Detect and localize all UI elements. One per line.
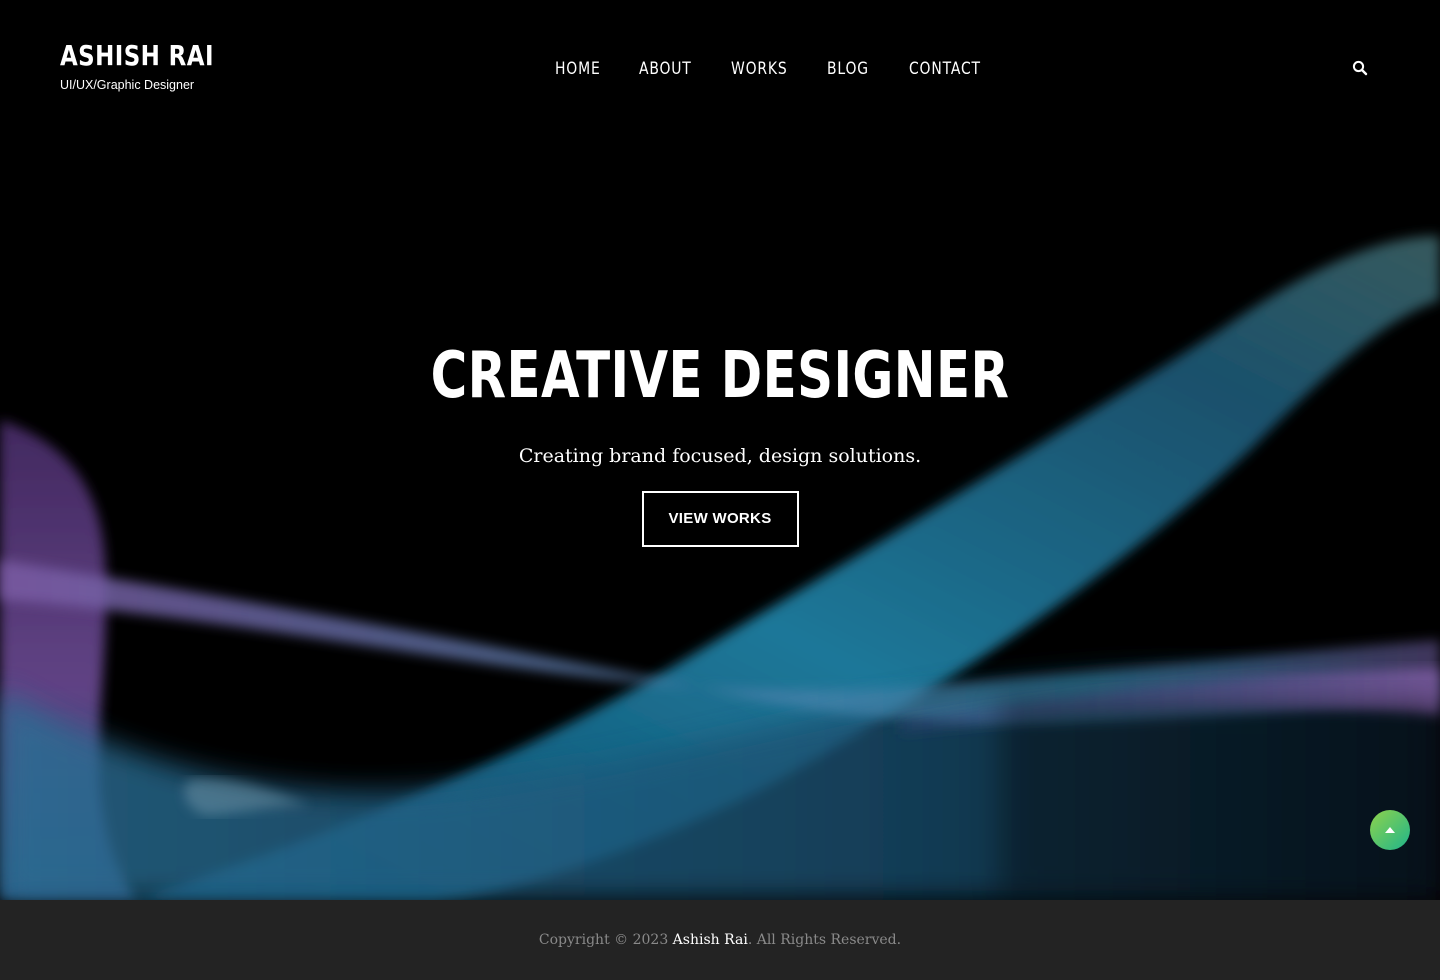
copyright-suffix: . All Rights Reserved. xyxy=(747,932,902,948)
site-footer: Copyright © 2023 Ashish Rai. All Rights … xyxy=(0,900,1440,980)
view-works-button[interactable]: VIEW WORKS xyxy=(641,491,799,547)
back-to-top-button[interactable] xyxy=(1370,810,1410,850)
hero-subtitle: Creating brand focused, design solutions… xyxy=(518,445,922,467)
nav-item-works[interactable]: WORKS xyxy=(731,56,788,82)
nav-item-about[interactable]: ABOUT xyxy=(639,56,692,82)
footer-author-link[interactable]: Ashish Rai xyxy=(673,932,748,948)
nav-item-blog[interactable]: BLOG xyxy=(827,56,869,82)
hero-content: CREATIVE DESIGNER Creating brand focused… xyxy=(0,338,1440,547)
main-navigation: HOME ABOUT WORKS BLOG CONTACT xyxy=(0,56,1440,82)
footer-copyright: Copyright © 2023 Ashish Rai. All Rights … xyxy=(0,900,1440,951)
nav-item-home[interactable]: HOME xyxy=(555,56,601,82)
hero-title: CREATIVE DESIGNER xyxy=(430,339,1010,413)
caret-up-icon xyxy=(1385,827,1395,833)
copyright-prefix: Copyright © 2023 xyxy=(538,932,673,948)
search-icon xyxy=(1352,60,1368,76)
nav-item-contact[interactable]: CONTACT xyxy=(909,56,981,82)
search-button[interactable] xyxy=(1352,60,1372,78)
